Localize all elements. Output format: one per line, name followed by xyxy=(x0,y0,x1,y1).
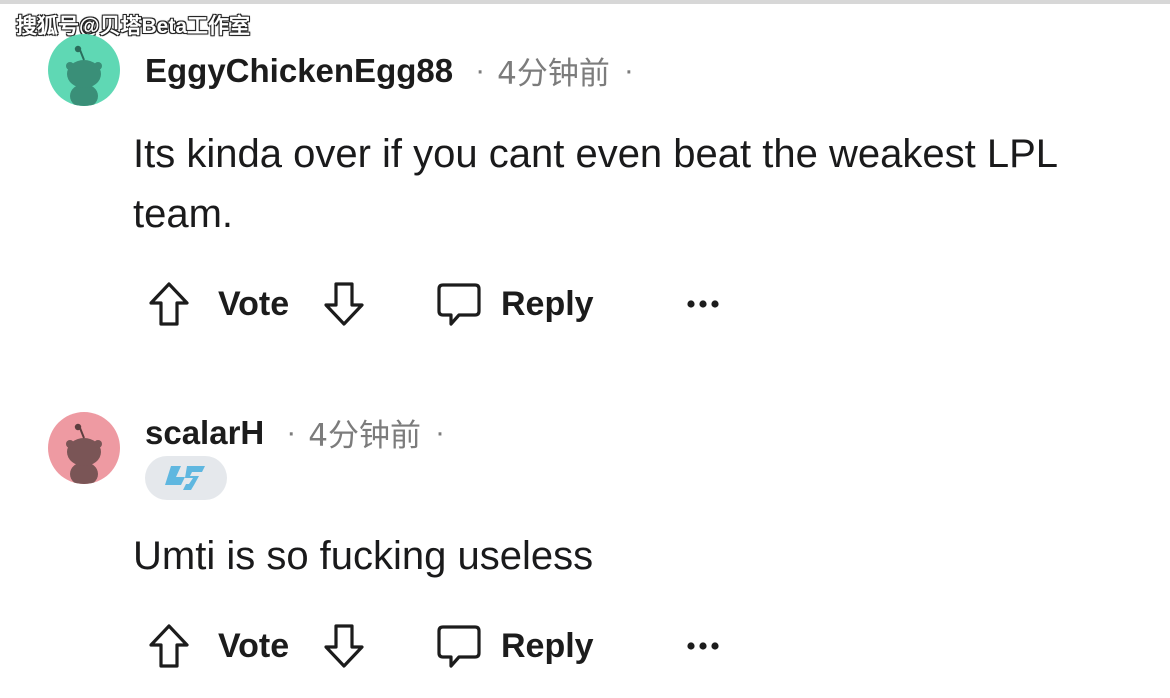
avatar[interactable] xyxy=(48,34,120,106)
reply-button[interactable]: Reply xyxy=(435,274,594,334)
dot-separator: · xyxy=(286,415,297,449)
snoo-avatar-icon xyxy=(48,34,120,106)
username[interactable]: scalarH xyxy=(145,414,264,452)
comment-body: Its kinda over if you cant even beat the… xyxy=(133,132,1057,236)
user-flair xyxy=(145,456,227,500)
comment-header: EggyChickenEgg88 · 4分钟前 · xyxy=(145,48,634,93)
username[interactable]: EggyChickenEgg88 xyxy=(145,52,453,90)
comment-body: Umti is so fucking useless xyxy=(133,534,594,578)
upvote-button[interactable] xyxy=(146,616,192,676)
upvote-button[interactable] xyxy=(146,274,192,334)
ellipsis-icon xyxy=(687,300,719,308)
arrow-up-icon xyxy=(149,282,189,326)
dot-separator: · xyxy=(475,53,486,87)
arrow-down-icon xyxy=(324,282,364,326)
vote-count: Vote xyxy=(218,274,289,334)
timestamp: 4分钟前 xyxy=(497,56,610,92)
avatar[interactable] xyxy=(48,412,120,484)
more-options-button[interactable] xyxy=(686,616,720,676)
downvote-button[interactable] xyxy=(321,274,367,334)
dot-separator: · xyxy=(435,415,445,449)
arrow-down-icon xyxy=(324,624,364,668)
dot-separator: · xyxy=(623,53,634,87)
comment-actions: Vote Reply xyxy=(140,616,840,676)
vote-count: Vote xyxy=(218,616,289,676)
more-options-button[interactable] xyxy=(686,274,720,334)
top-divider xyxy=(0,0,1170,4)
timestamp: 4分钟前 xyxy=(308,418,421,454)
downvote-button[interactable] xyxy=(321,616,367,676)
comment-actions: Vote Reply xyxy=(140,274,840,334)
comment-header: scalarH · 4分钟前 · xyxy=(145,410,445,455)
speech-bubble-icon xyxy=(437,625,481,668)
arrow-up-icon xyxy=(149,624,189,668)
vote-label: Vote xyxy=(218,284,290,323)
speech-bubble-icon xyxy=(437,283,481,326)
reply-button[interactable]: Reply xyxy=(435,616,594,676)
clg-logo-icon xyxy=(165,466,205,490)
vote-label: Vote xyxy=(218,626,290,665)
reply-label: Reply xyxy=(501,626,594,665)
ellipsis-icon xyxy=(687,642,719,650)
reply-label: Reply xyxy=(501,284,594,323)
watermark: 搜狐号@贝塔Beta工作室 xyxy=(16,15,250,38)
snoo-avatar-icon xyxy=(48,412,120,484)
